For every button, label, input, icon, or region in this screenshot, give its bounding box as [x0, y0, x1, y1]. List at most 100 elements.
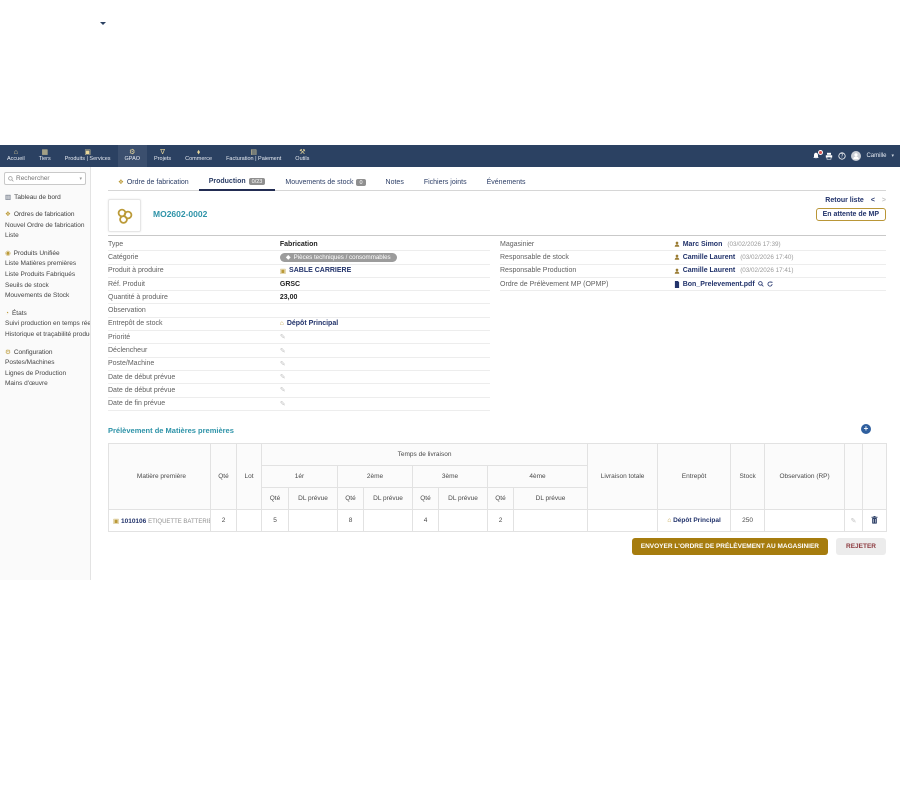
- cube-icon: ▣: [84, 149, 91, 156]
- chevron-down-icon[interactable]: ▾: [891, 153, 894, 159]
- sidebar-item-mains-oeuvre[interactable]: Mains d'œuvre: [0, 379, 90, 390]
- cell-dl1: [289, 510, 338, 532]
- nav-projets[interactable]: ∇ Projets: [147, 145, 178, 167]
- main-content: ❖ Ordre de fabrication Production 0/23 M…: [91, 167, 900, 580]
- sidebar-item-suivi-production[interactable]: Suivi production en temps réel: [0, 319, 90, 330]
- regenerate-icon[interactable]: [767, 281, 773, 287]
- col-delivery-3: 3ème: [413, 466, 488, 488]
- sidebar-item-seuils-stock[interactable]: Seuils de stock: [0, 280, 90, 291]
- tag-icon: ◆: [286, 254, 291, 261]
- print-icon[interactable]: [825, 152, 833, 160]
- details-right-table: Magasinier Marc Simon (03/02/2026 17:39)…: [500, 238, 886, 291]
- sidebar-item-liste-matieres[interactable]: Liste Matières premières: [0, 259, 90, 270]
- col-d3-qty: Qté: [413, 488, 439, 510]
- opmp-pdf-link[interactable]: Bon_Prelevement.pdf: [683, 281, 755, 288]
- edit-pencil-icon[interactable]: ✎: [280, 386, 286, 394]
- trash-icon[interactable]: [871, 516, 878, 524]
- nav-gpao[interactable]: ⚙ GPAO: [118, 145, 148, 167]
- warehouse-link[interactable]: Dépôt Principal: [673, 517, 721, 524]
- edit-pencil-icon[interactable]: ✎: [280, 347, 286, 355]
- product-link[interactable]: SABLE CARRIERE: [289, 267, 351, 274]
- tab-mouvements-de-stock[interactable]: Mouvements de stock 0: [275, 176, 375, 190]
- edit-pencil-icon[interactable]: ✎: [280, 373, 286, 381]
- nav-facturation[interactable]: ▤ Facturation | Paiement: [219, 145, 288, 167]
- cell-q4: 2: [488, 510, 514, 532]
- edit-pencil-icon[interactable]: ✎: [280, 333, 286, 341]
- search-caret-icon[interactable]: ▾: [79, 176, 82, 182]
- reports-icon: ◔: [5, 310, 9, 318]
- tab-bar: ❖ Ordre de fabrication Production 0/23 M…: [108, 173, 886, 191]
- sidebar-item-mouvements-stock[interactable]: Mouvements de Stock: [0, 291, 90, 302]
- page-title-mo-ref: MO2602-0002: [153, 209, 207, 219]
- search-input[interactable]: [16, 175, 68, 182]
- product-icon: ▣: [113, 518, 119, 525]
- tab-production[interactable]: Production 0/23: [199, 175, 276, 191]
- send-picking-order-button[interactable]: ENVOYER L'ORDRE DE PRÉLÈVEMENT AU MAGASI…: [632, 538, 828, 555]
- sidebar-section-configuration[interactable]: ⚙ Configuration: [0, 347, 90, 358]
- user-link[interactable]: Marc Simon: [683, 241, 723, 248]
- sidebar-item-liste-produits[interactable]: Liste Produits Fabriqués: [0, 270, 90, 281]
- timestamp: (03/02/2026 17:39): [727, 241, 780, 248]
- edit-pencil-icon[interactable]: ✎: [280, 400, 286, 408]
- tab-evenements[interactable]: Événements: [477, 176, 536, 190]
- col-lot: Lot: [237, 444, 262, 510]
- sidebar-item-lignes-production[interactable]: Lignes de Production: [0, 368, 90, 379]
- details-left-table: Type Fabrication Catégorie ◆ Pièces tech…: [108, 238, 490, 411]
- col-d4-dl: DL prévue: [514, 488, 588, 510]
- sidebar-item-liste-mo[interactable]: Liste: [0, 231, 90, 242]
- sidebar-item-historique[interactable]: Historique et traçabilité production: [0, 330, 90, 341]
- user-icon: [674, 254, 680, 260]
- cell-total: [588, 510, 658, 532]
- user-link[interactable]: Camille Laurent: [683, 254, 736, 261]
- edit-pencil-icon[interactable]: ✎: [280, 360, 286, 368]
- fabrication-icon: ❖: [5, 211, 11, 219]
- sidebar-item-tableau-de-bord[interactable]: ▥ Tableau de bord: [0, 192, 90, 203]
- sidebar-item-nouvel-ordre[interactable]: Nouvel Ordre de fabrication: [0, 220, 90, 231]
- tab-ordre-de-fabrication[interactable]: ❖ Ordre de fabrication: [108, 175, 199, 190]
- col-livraison-totale: Livraison totale: [588, 444, 658, 510]
- notifications-bell-icon[interactable]: [812, 152, 820, 160]
- col-delivery-1: 1ér: [262, 466, 338, 488]
- nav-tiers[interactable]: ▦ Tiers: [32, 145, 58, 167]
- detail-row-ref-produit: Réf. Produit GRSC: [108, 278, 490, 291]
- detail-row-date-debut-2: Date de début prévue ✎: [108, 384, 490, 397]
- user-avatar[interactable]: [851, 151, 861, 161]
- back-to-list-link[interactable]: Retour liste: [825, 197, 864, 204]
- tab-notes[interactable]: Notes: [376, 176, 414, 190]
- nav-commerce[interactable]: ⬧ Commerce: [178, 145, 219, 167]
- topbar-right-tools: ? Camille ▾: [812, 145, 894, 167]
- warehouse-link[interactable]: Dépôt Principal: [287, 320, 338, 327]
- add-line-button[interactable]: +: [861, 424, 871, 434]
- timestamp: (03/02/2026 17:41): [740, 267, 793, 274]
- nav-accueil[interactable]: ⌂ Accueil: [0, 145, 32, 167]
- sidebar-section-ordres-fabrication[interactable]: ❖ Ordres de fabrication: [0, 210, 90, 221]
- user-link[interactable]: Camille Laurent: [683, 267, 736, 274]
- col-delivery-2: 2ème: [338, 466, 413, 488]
- stock-count-badge: 0: [356, 179, 365, 186]
- nav-produits-services[interactable]: ▣ Produits | Services: [58, 145, 118, 167]
- dashboard-icon: ▥: [5, 194, 11, 202]
- user-menu[interactable]: Camille: [866, 153, 886, 159]
- detail-row-declencheur: Déclencheur ✎: [108, 344, 490, 357]
- sidebar-section-produits-unifiee[interactable]: ◉ Produits Unifiée: [0, 248, 90, 259]
- detail-row-type: Type Fabrication: [108, 238, 490, 251]
- sidebar-search[interactable]: ▾: [4, 172, 86, 185]
- col-matiere-premiere: Matière première: [109, 444, 211, 510]
- tab-fichiers-joints[interactable]: Fichiers joints: [414, 176, 477, 190]
- col-observation-rp: Observation (RP): [765, 444, 845, 510]
- next-record-icon[interactable]: >: [882, 197, 886, 204]
- col-entrepot: Entrepôt: [658, 444, 731, 510]
- sidebar-section-etats[interactable]: ◔ États: [0, 308, 90, 319]
- cell-delete: [863, 510, 887, 532]
- help-icon[interactable]: ?: [838, 152, 846, 160]
- edit-pencil-icon[interactable]: ✎: [851, 518, 857, 525]
- action-buttons: ENVOYER L'ORDRE DE PRÉLÈVEMENT AU MAGASI…: [108, 538, 886, 555]
- material-ref-link[interactable]: 1010106: [121, 518, 146, 525]
- reject-button[interactable]: REJETER: [836, 538, 886, 555]
- previous-record-icon[interactable]: <: [871, 197, 875, 204]
- sidebar-item-postes-machines[interactable]: Postes/Machines: [0, 358, 90, 369]
- nav-outils[interactable]: ⚒ Outils: [288, 145, 316, 167]
- detail-row-entrepot: Entrepôt de stock ⌂ Dépôt Principal: [108, 318, 490, 331]
- mo-cubes-icon: [115, 206, 135, 226]
- preview-magnifier-icon[interactable]: [758, 281, 764, 287]
